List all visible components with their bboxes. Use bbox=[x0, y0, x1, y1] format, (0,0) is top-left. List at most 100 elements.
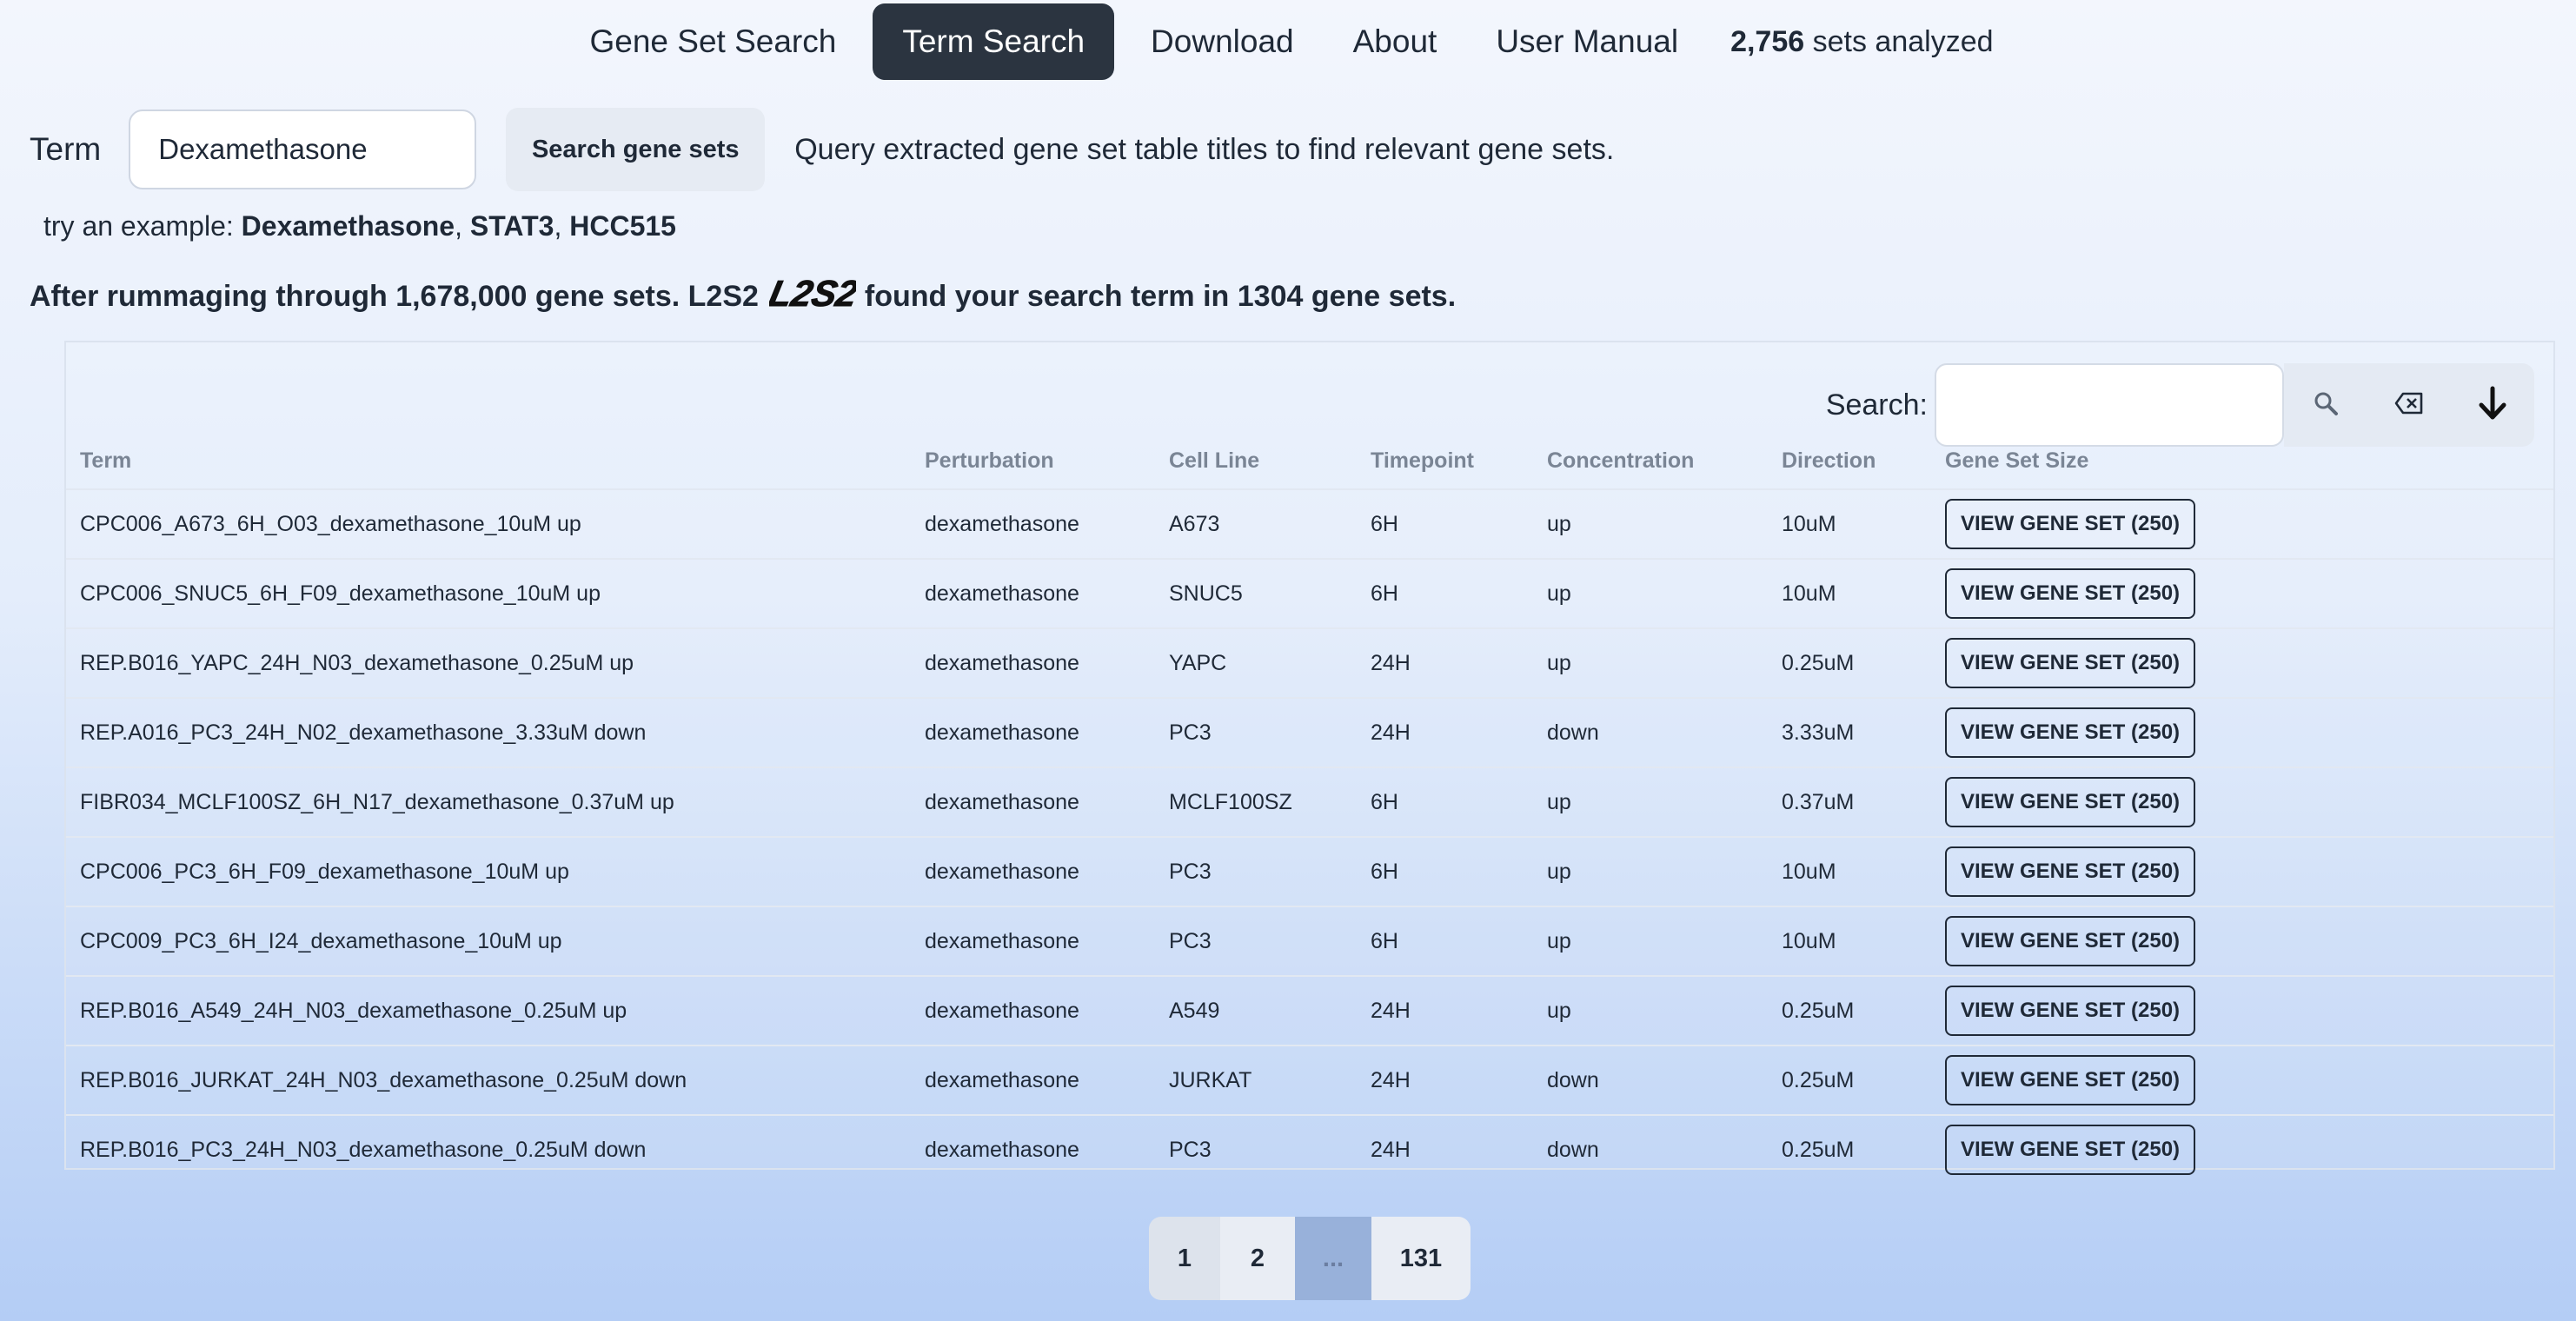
cell-perturbation: dexamethasone bbox=[925, 651, 1079, 675]
examples-prefix: try an example: bbox=[43, 210, 242, 242]
column-header-gene-set-size[interactable]: Gene Set Size bbox=[1945, 448, 2088, 474]
sets-analyzed-text: sets analyzed bbox=[1804, 24, 1994, 58]
table-clear-button[interactable] bbox=[2367, 363, 2451, 447]
term-input[interactable] bbox=[129, 110, 477, 189]
cell-cell-line: PC3 bbox=[1169, 929, 1212, 953]
cell-cell-line: PC3 bbox=[1169, 1138, 1212, 1162]
table-row: REP.B016_PC3_24H_N03_dexamethasone_0.25u… bbox=[66, 1114, 2553, 1184]
cell-concentration: down bbox=[1547, 1068, 1599, 1092]
cell-cell-line: JURKAT bbox=[1169, 1068, 1252, 1092]
nav-about[interactable]: About bbox=[1324, 3, 1467, 80]
table-row: CPC006_PC3_6H_F09_dexamethasone_10uM up … bbox=[66, 836, 2553, 906]
page-ellipsis: ... bbox=[1295, 1217, 1371, 1300]
table-search-input[interactable] bbox=[1935, 363, 2284, 447]
nav-download[interactable]: Download bbox=[1121, 3, 1324, 80]
cell-concentration: up bbox=[1547, 860, 1571, 884]
table-download-button[interactable] bbox=[2451, 363, 2534, 447]
cell-term: REP.A016_PC3_24H_N02_dexamethasone_3.33u… bbox=[80, 720, 647, 745]
view-gene-set-button[interactable]: VIEW GENE SET (250) bbox=[1945, 777, 2195, 827]
download-icon bbox=[2478, 386, 2507, 425]
example-link-dexamethasone[interactable]: Dexamethasone bbox=[242, 210, 455, 242]
sets-analyzed-count: 2,756 bbox=[1730, 24, 1805, 58]
view-gene-set-button[interactable]: VIEW GENE SET (250) bbox=[1945, 638, 2195, 688]
sets-analyzed-stat: 2,756 sets analyzed bbox=[1708, 25, 2015, 59]
search-gene-sets-button[interactable]: Search gene sets bbox=[506, 108, 766, 191]
table-row: CPC006_SNUC5_6H_F09_dexamethasone_10uM u… bbox=[66, 558, 2553, 627]
table-row: REP.B016_YAPC_24H_N03_dexamethasone_0.25… bbox=[66, 627, 2553, 697]
cell-concentration: down bbox=[1547, 720, 1599, 745]
table-row: REP.B016_JURKAT_24H_N03_dexamethasone_0.… bbox=[66, 1045, 2553, 1114]
cell-cell-line: YAPC bbox=[1169, 651, 1227, 675]
cell-direction: 0.25uM bbox=[1782, 999, 1855, 1023]
search-hint-text: Query extracted gene set table titles to… bbox=[794, 132, 1615, 166]
page-button-last[interactable]: 131 bbox=[1371, 1217, 1471, 1300]
term-label: Term bbox=[30, 131, 102, 167]
table-header: Term Perturbation Cell Line Timepoint Co… bbox=[66, 448, 2553, 483]
nav-term-search[interactable]: Term Search bbox=[873, 3, 1115, 80]
column-header-timepoint[interactable]: Timepoint bbox=[1371, 448, 1474, 474]
view-gene-set-button[interactable]: VIEW GENE SET (250) bbox=[1945, 846, 2195, 897]
cell-direction: 3.33uM bbox=[1782, 720, 1855, 745]
cell-term: CPC006_A673_6H_O03_dexamethasone_10uM up bbox=[80, 512, 581, 536]
cell-term: CPC006_PC3_6H_F09_dexamethasone_10uM up bbox=[80, 860, 569, 884]
cell-perturbation: dexamethasone bbox=[925, 929, 1079, 953]
cell-timepoint: 24H bbox=[1371, 720, 1411, 745]
cell-timepoint: 6H bbox=[1371, 929, 1398, 953]
page-button-2[interactable]: 2 bbox=[1220, 1217, 1295, 1300]
cell-perturbation: dexamethasone bbox=[925, 512, 1079, 536]
nav-gene-set-search[interactable]: Gene Set Search bbox=[560, 3, 866, 80]
cell-perturbation: dexamethasone bbox=[925, 860, 1079, 884]
cell-term: FIBR034_MCLF100SZ_6H_N17_dexamethasone_0… bbox=[80, 790, 674, 814]
column-header-concentration[interactable]: Concentration bbox=[1547, 448, 1694, 474]
term-search-row: Term Search gene sets Query extracted ge… bbox=[30, 108, 1614, 191]
cell-direction: 10uM bbox=[1782, 860, 1836, 884]
example-link-hcc515[interactable]: HCC515 bbox=[569, 210, 676, 242]
column-header-perturbation[interactable]: Perturbation bbox=[925, 448, 1054, 474]
cell-timepoint: 6H bbox=[1371, 512, 1398, 536]
search-icon bbox=[2313, 390, 2339, 421]
view-gene-set-button[interactable]: VIEW GENE SET (250) bbox=[1945, 1125, 2195, 1175]
cell-direction: 10uM bbox=[1782, 929, 1836, 953]
cell-term: CPC009_PC3_6H_I24_dexamethasone_10uM up bbox=[80, 929, 562, 953]
examples-line: try an example: Dexamethasone, STAT3, HC… bbox=[43, 210, 676, 242]
example-separator: , bbox=[455, 210, 470, 242]
cell-timepoint: 24H bbox=[1371, 651, 1411, 675]
column-header-term[interactable]: Term bbox=[80, 448, 131, 474]
cell-timepoint: 6H bbox=[1371, 581, 1398, 606]
cell-concentration: up bbox=[1547, 999, 1571, 1023]
cell-timepoint: 6H bbox=[1371, 790, 1398, 814]
table-search: Search: bbox=[1826, 363, 2534, 447]
table-search-button[interactable] bbox=[2284, 363, 2367, 447]
cell-cell-line: PC3 bbox=[1169, 720, 1212, 745]
cell-concentration: up bbox=[1547, 512, 1571, 536]
cell-cell-line: A673 bbox=[1169, 512, 1220, 536]
cell-direction: 0.25uM bbox=[1782, 1068, 1855, 1092]
cell-perturbation: dexamethasone bbox=[925, 1068, 1079, 1092]
view-gene-set-button[interactable]: VIEW GENE SET (250) bbox=[1945, 499, 2195, 549]
cell-perturbation: dexamethasone bbox=[925, 720, 1079, 745]
result-summary-after: found your search term in 1304 gene sets… bbox=[864, 279, 1457, 313]
cell-concentration: up bbox=[1547, 651, 1571, 675]
column-header-cell-line[interactable]: Cell Line bbox=[1169, 448, 1259, 474]
example-link-stat3[interactable]: STAT3 bbox=[470, 210, 554, 242]
cell-cell-line: SNUC5 bbox=[1169, 581, 1243, 606]
result-summary-before: After rummaging through 1,678,000 gene s… bbox=[30, 279, 759, 313]
cell-term: REP.B016_PC3_24H_N03_dexamethasone_0.25u… bbox=[80, 1138, 647, 1162]
page-button-1[interactable]: 1 bbox=[1149, 1217, 1220, 1300]
view-gene-set-button[interactable]: VIEW GENE SET (250) bbox=[1945, 916, 2195, 966]
cell-perturbation: dexamethasone bbox=[925, 999, 1079, 1023]
cell-term: REP.B016_YAPC_24H_N03_dexamethasone_0.25… bbox=[80, 651, 634, 675]
cell-perturbation: dexamethasone bbox=[925, 581, 1079, 606]
cell-cell-line: PC3 bbox=[1169, 860, 1212, 884]
table-row: REP.B016_A549_24H_N03_dexamethasone_0.25… bbox=[66, 975, 2553, 1045]
top-navbar: Gene Set Search Term Search Download Abo… bbox=[0, 3, 2576, 80]
view-gene-set-button[interactable]: VIEW GENE SET (250) bbox=[1945, 1055, 2195, 1105]
view-gene-set-button[interactable]: VIEW GENE SET (250) bbox=[1945, 986, 2195, 1036]
view-gene-set-button[interactable]: VIEW GENE SET (250) bbox=[1945, 568, 2195, 619]
cell-timepoint: 24H bbox=[1371, 999, 1411, 1023]
table-row: CPC009_PC3_6H_I24_dexamethasone_10uM up … bbox=[66, 906, 2553, 975]
column-header-direction[interactable]: Direction bbox=[1782, 448, 1876, 474]
nav-user-manual[interactable]: User Manual bbox=[1466, 3, 1708, 80]
cell-direction: 0.25uM bbox=[1782, 1138, 1855, 1162]
view-gene-set-button[interactable]: VIEW GENE SET (250) bbox=[1945, 707, 2195, 758]
